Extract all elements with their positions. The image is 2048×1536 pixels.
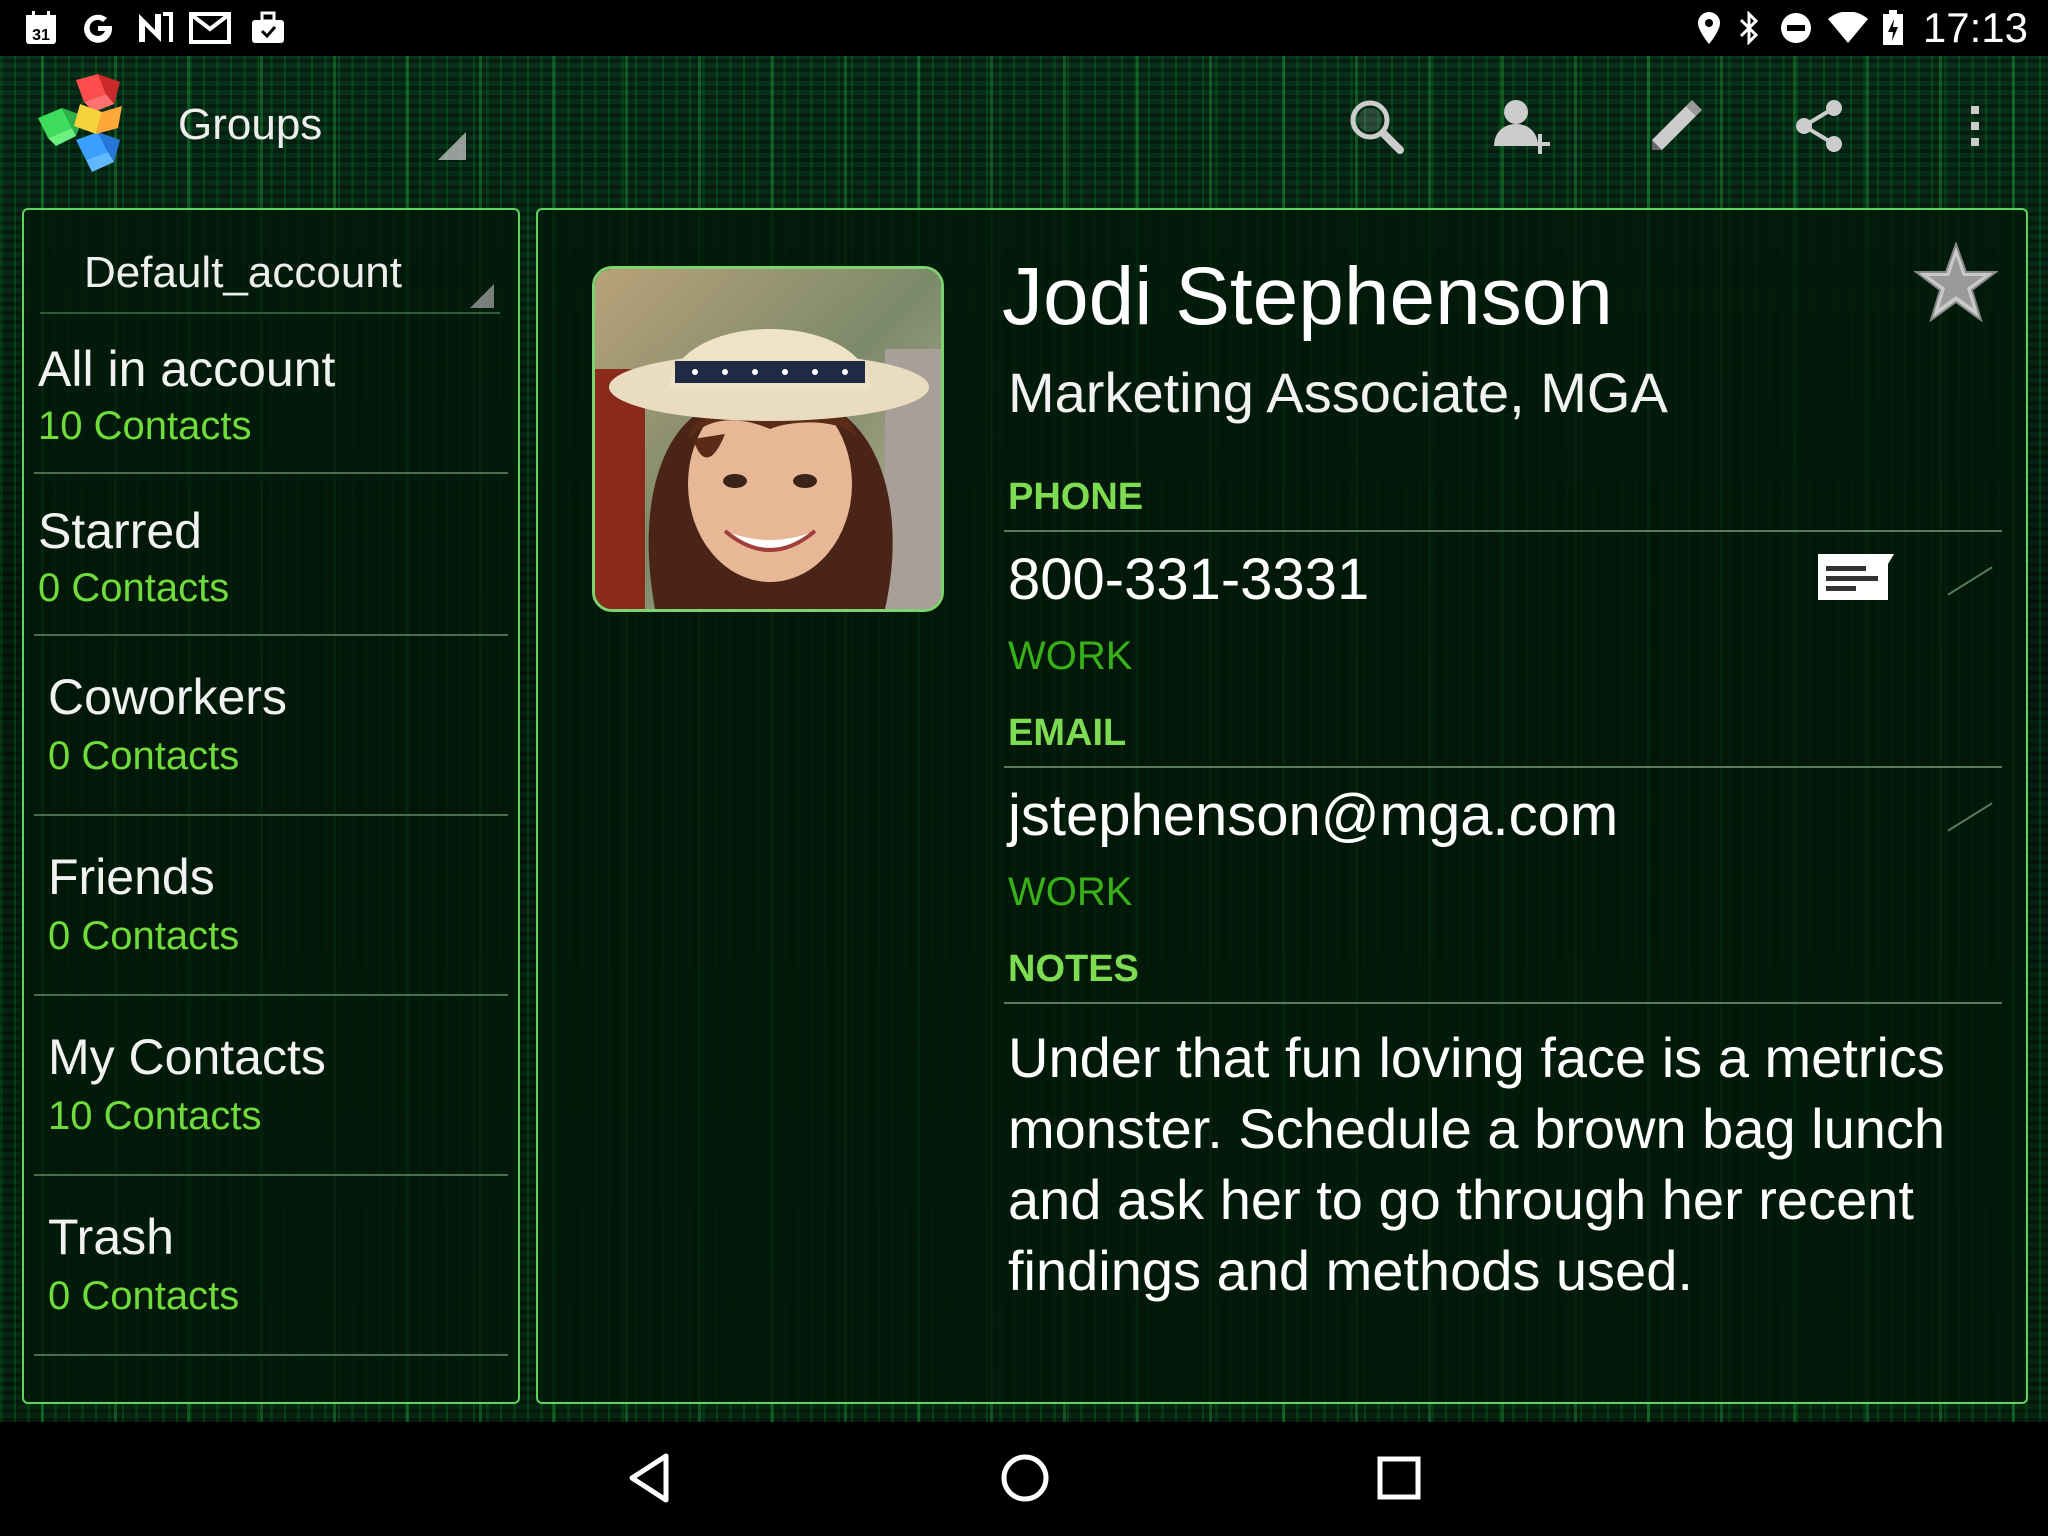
message-icon [1816,550,1896,607]
star-icon [1913,240,1999,327]
group-item-all-in-account[interactable]: All in account 10 Contacts [34,320,508,474]
contact-photo[interactable] [592,266,944,612]
group-count: 0 Contacts [38,566,230,610]
phone-row-corner [1947,566,1993,596]
groups-panel: Default_account All in account 10 Contac… [22,208,520,1404]
group-count: 0 Contacts [48,734,240,778]
bluetooth-icon [1734,10,1764,46]
email-section-header: EMAIL [1008,712,1127,754]
notes-divider [1004,1002,2002,1004]
home-button[interactable] [980,1442,1070,1518]
group-name: Trash [48,1209,174,1265]
navigation-bar [0,1422,2048,1536]
group-count: 10 Contacts [48,1094,262,1138]
phone-section-header: PHONE [1008,476,1144,518]
group-item-starred[interactable]: Starred 0 Contacts [34,474,508,636]
phone-divider [1004,530,2002,532]
email-row-corner [1947,802,1993,832]
group-item-my-contacts[interactable]: My Contacts 10 Contacts [34,996,508,1176]
group-count: 0 Contacts [48,1274,240,1318]
groups-spinner[interactable]: Groups [176,90,466,160]
pencil-icon [1642,94,1706,163]
spinner-arrow-icon [470,284,494,308]
wifi-icon [1826,10,1870,46]
more-vert-icon [1965,96,1985,161]
group-item-friends[interactable]: Friends 0 Contacts [34,816,508,996]
account-spinner[interactable]: Default_account [40,234,500,314]
group-item-trash[interactable]: Trash 0 Contacts [34,1176,508,1356]
email-type: WORK [1008,870,1133,914]
home-icon [999,1452,1051,1509]
nfc-icon [136,10,174,46]
search-button[interactable] [1334,86,1418,170]
share-icon [1790,96,1850,161]
calendar-icon: 31 [22,10,60,46]
group-name: All in account [38,341,336,397]
overflow-menu-button[interactable] [1932,86,2018,170]
group-count: 10 Contacts [38,404,252,448]
recents-icon [1376,1455,1422,1506]
email-address[interactable]: jstephenson@mga.com [1008,782,1618,849]
back-button[interactable] [606,1442,696,1518]
location-icon [1694,10,1724,46]
notes-section-header: NOTES [1008,948,1139,990]
add-person-icon [1490,94,1554,163]
groups-label: Groups [178,100,323,149]
contact-detail-panel: Jodi Stephenson Marketing Associate, MGA… [536,208,2028,1404]
status-time: 17:13 [1922,4,2028,51]
gmail-icon [188,10,232,46]
phone-type: WORK [1008,634,1133,678]
recents-button[interactable] [1354,1442,1444,1518]
action-bar: Groups [0,56,2048,192]
briefcase-icon [248,10,288,46]
group-name: Starred [38,503,202,559]
account-label: Default_account [84,248,402,297]
notes-text: Under that fun loving face is a metrics … [1008,1026,1946,1302]
edit-button[interactable] [1632,86,1716,170]
group-item-coworkers[interactable]: Coworkers 0 Contacts [34,636,508,816]
spinner-arrow-icon [438,132,466,160]
contact-name: Jodi Stephenson [1002,251,1613,342]
group-name: Coworkers [48,669,287,725]
add-contact-button[interactable] [1480,86,1564,170]
favorite-star-button[interactable] [1908,236,2004,332]
share-button[interactable] [1778,86,1862,170]
svg-text:31: 31 [32,27,50,44]
do-not-disturb-icon [1778,10,1814,46]
email-divider [1004,766,2002,768]
back-icon [626,1452,676,1509]
app-logo-icon[interactable] [36,74,136,174]
google-icon [80,10,116,46]
contact-title: Marketing Associate, MGA [1008,361,1668,424]
status-bar: 31 17:13 [0,0,2048,56]
search-icon [1346,96,1406,161]
send-message-button[interactable] [1816,552,1896,604]
battery-icon [1880,10,1906,46]
group-count: 0 Contacts [48,914,240,958]
phone-number[interactable]: 800-331-3331 [1008,546,1369,613]
group-name: My Contacts [48,1029,326,1085]
group-name: Friends [48,849,215,905]
